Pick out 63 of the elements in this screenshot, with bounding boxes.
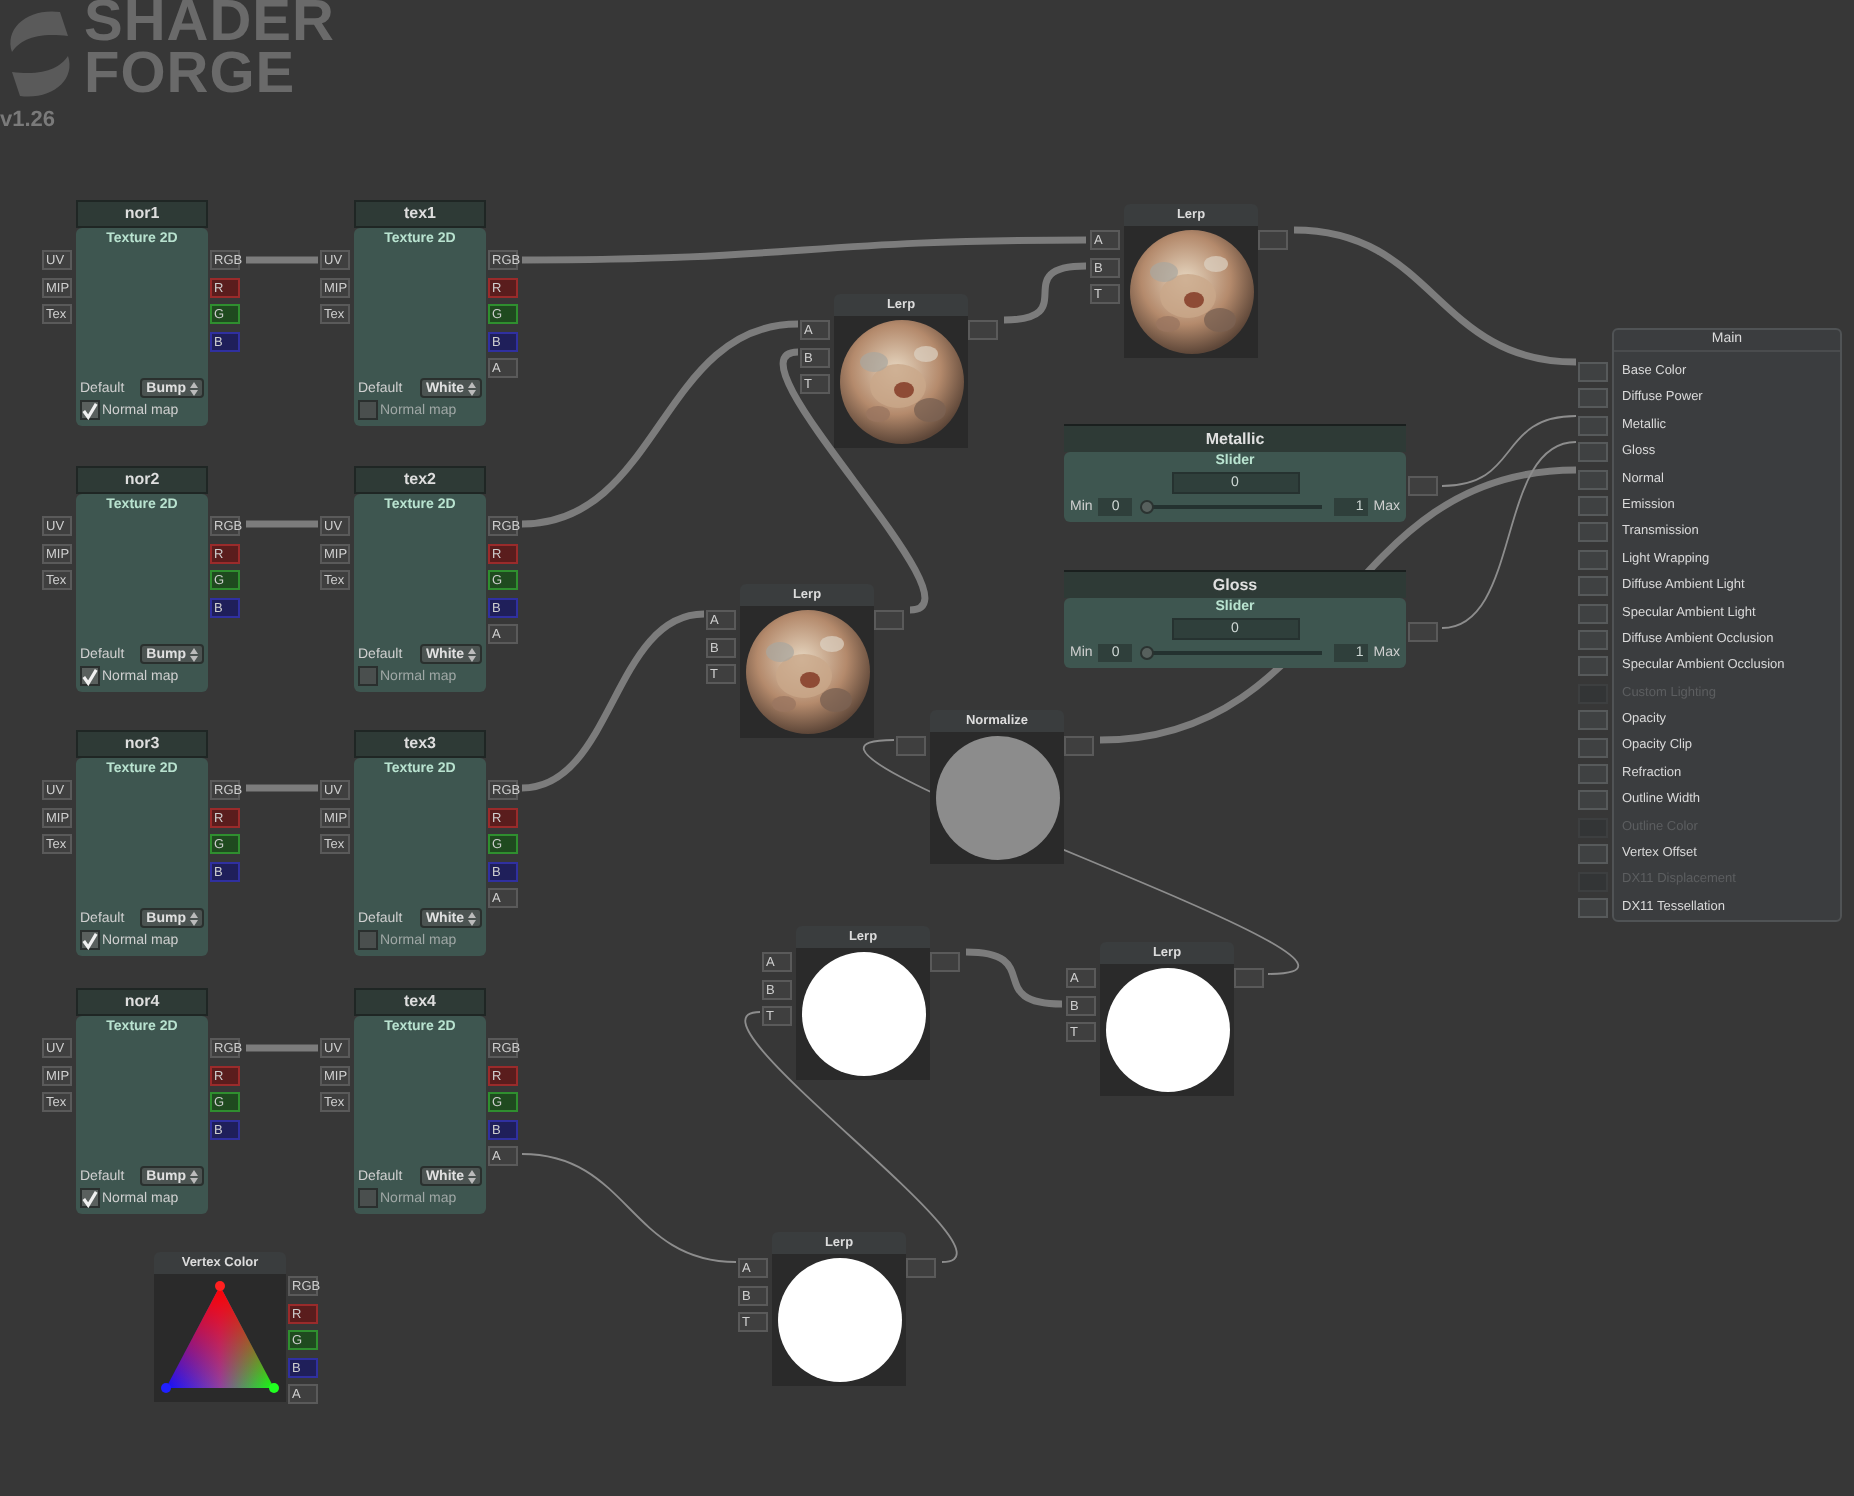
normal-map-checkbox[interactable] — [80, 666, 100, 686]
node-title[interactable]: tex1 — [354, 200, 486, 228]
output-port[interactable] — [1258, 230, 1288, 250]
connection-wire — [246, 256, 318, 264]
input-port[interactable] — [1578, 764, 1608, 784]
output-port[interactable] — [1234, 968, 1264, 988]
node-title[interactable]: nor3 — [76, 730, 208, 758]
version-label: v1.26 — [0, 108, 56, 132]
output-port[interactable] — [906, 1258, 936, 1278]
input-port[interactable] — [1578, 469, 1608, 490]
normal-map-checkbox[interactable] — [358, 930, 378, 950]
normal-map-checkbox[interactable] — [80, 930, 100, 950]
node-title[interactable]: nor2 — [76, 466, 208, 494]
node-title[interactable]: tex3 — [354, 730, 486, 758]
input-port[interactable] — [896, 736, 926, 756]
input-port[interactable] — [1578, 522, 1608, 543]
input-port[interactable] — [1578, 496, 1608, 516]
updown-icon — [468, 647, 476, 661]
normal-map-checkbox[interactable] — [80, 400, 100, 420]
node-title[interactable]: tex2 — [354, 466, 486, 494]
output-port[interactable] — [874, 610, 904, 630]
updown-icon — [190, 381, 198, 395]
input-port[interactable] — [1578, 656, 1608, 677]
input-port[interactable] — [1578, 710, 1608, 731]
normal-map-checkbox[interactable] — [80, 1188, 100, 1208]
updown-icon — [190, 1169, 198, 1183]
input-port[interactable] — [1578, 603, 1608, 624]
output-port[interactable] — [968, 320, 998, 340]
node-title[interactable]: nor4 — [76, 988, 208, 1016]
connection-wire — [246, 1044, 318, 1052]
output-port[interactable] — [1408, 622, 1438, 642]
input-port[interactable] — [1578, 362, 1608, 382]
output-port[interactable] — [1064, 736, 1094, 756]
slider-thumb[interactable] — [1140, 500, 1155, 514]
normal-map-checkbox[interactable] — [358, 666, 378, 686]
updown-icon — [468, 381, 476, 395]
slider-track[interactable] — [1144, 500, 1322, 514]
node-title[interactable]: tex4 — [354, 988, 486, 1016]
normal-map-checkbox[interactable] — [358, 400, 378, 420]
updown-icon — [468, 911, 476, 925]
output-port[interactable] — [930, 952, 960, 972]
slider-track[interactable] — [1144, 646, 1322, 660]
updown-icon — [190, 911, 198, 925]
normal-map-checkbox[interactable] — [358, 1188, 378, 1208]
input-port[interactable] — [1578, 737, 1608, 758]
input-port[interactable] — [1578, 442, 1608, 463]
node-title[interactable]: nor1 — [76, 200, 208, 228]
input-port[interactable] — [1578, 549, 1608, 570]
updown-icon — [468, 1169, 476, 1183]
input-port[interactable] — [1578, 630, 1608, 650]
input-port[interactable] — [1578, 898, 1608, 918]
slider-thumb[interactable] — [1140, 646, 1155, 660]
connection-wire — [246, 520, 318, 528]
updown-icon — [190, 647, 198, 661]
input-port[interactable] — [1578, 388, 1608, 409]
input-port[interactable] — [1578, 790, 1608, 811]
connection-wire — [246, 784, 318, 792]
input-port[interactable] — [1578, 844, 1608, 865]
node-title[interactable]: Gloss — [1064, 570, 1406, 598]
input-port[interactable] — [1578, 415, 1608, 436]
output-port[interactable] — [1408, 476, 1438, 496]
node-title[interactable]: Metallic — [1064, 424, 1406, 452]
input-port[interactable] — [1578, 576, 1608, 597]
